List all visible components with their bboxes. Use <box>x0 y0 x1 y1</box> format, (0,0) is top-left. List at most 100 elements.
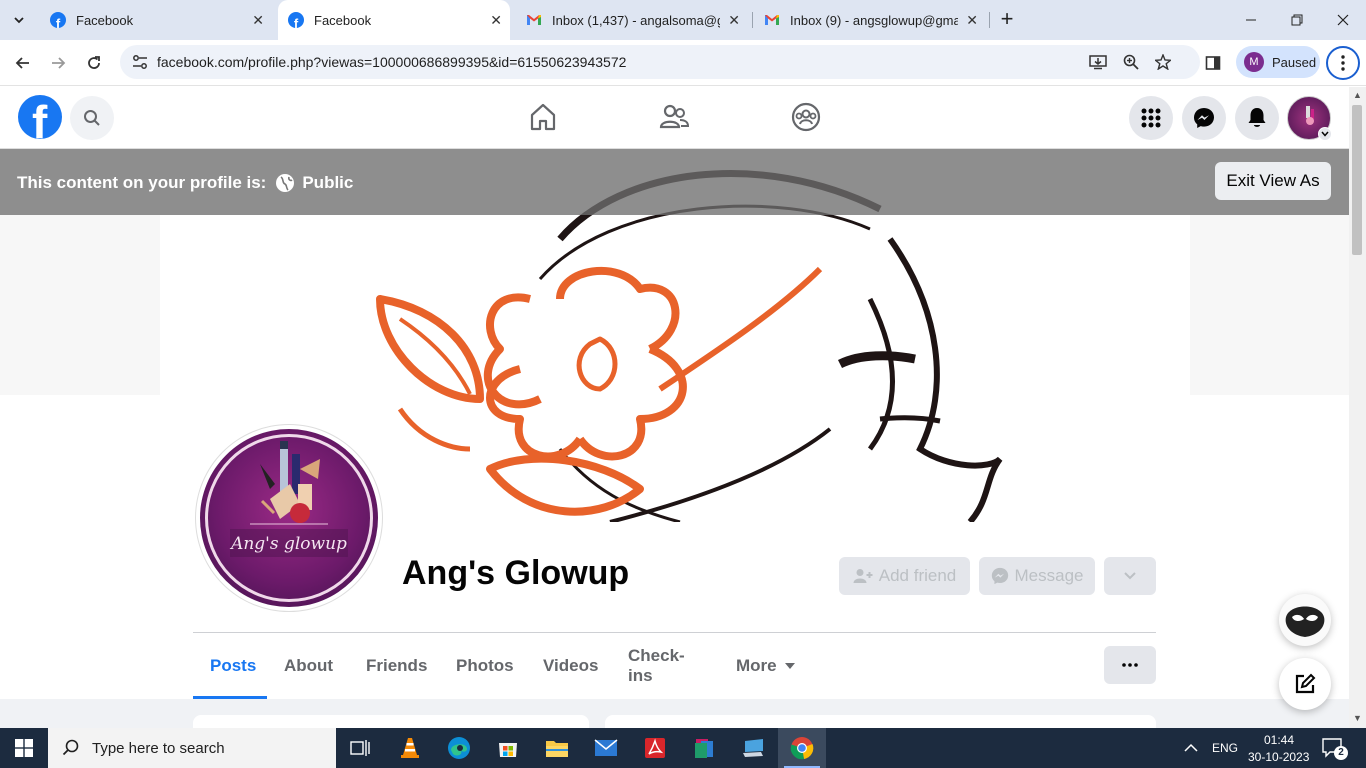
tab-label: Posts <box>210 656 257 675</box>
chat-contact-button[interactable] <box>1279 594 1331 646</box>
vlc-cone-icon <box>401 738 419 758</box>
chrome-app[interactable] <box>778 728 826 768</box>
start-button[interactable] <box>0 728 48 768</box>
bell-icon <box>1248 108 1266 127</box>
groups-nav-button[interactable] <box>790 101 822 133</box>
store-icon <box>499 743 517 757</box>
restore-button[interactable] <box>1274 0 1320 40</box>
tab-videos[interactable]: Videos <box>543 633 598 699</box>
zoom-icon[interactable] <box>1121 52 1141 72</box>
tab-more[interactable]: More <box>736 633 795 699</box>
forward-button[interactable] <box>43 48 73 78</box>
message-label: Message <box>1014 566 1084 585</box>
mail-app[interactable] <box>582 728 630 768</box>
site-info-icon[interactable] <box>131 54 149 70</box>
clock-date[interactable]: 30-10-2023 <box>1248 750 1309 764</box>
tab-posts[interactable]: Posts <box>210 633 256 699</box>
edge-icon <box>448 737 470 759</box>
arrow-right-icon <box>52 57 66 69</box>
side-panel-button[interactable] <box>1198 48 1228 78</box>
show-hidden-icons-button[interactable] <box>1184 740 1202 756</box>
browser-tab[interactable]: Inbox (9) - angsglowup@gmai ✕ <box>754 0 986 40</box>
scrollbar-thumb[interactable] <box>1352 105 1362 255</box>
install-app-icon[interactable] <box>1088 52 1108 72</box>
url-text[interactable]: facebook.com/profile.php?viewas=10000068… <box>157 54 626 70</box>
vlc-app[interactable] <box>386 728 434 768</box>
bookmark-star-icon[interactable] <box>1153 52 1173 72</box>
home-nav-button[interactable] <box>527 101 559 133</box>
search-icon <box>84 110 100 126</box>
chevron-down-icon <box>1124 572 1136 580</box>
clock-time[interactable]: 01:44 <box>1264 733 1294 747</box>
address-bar[interactable]: facebook.com/profile.php?viewas=10000068… <box>120 45 1200 79</box>
scroll-down-arrow-icon[interactable]: ▼ <box>1353 713 1362 723</box>
close-icon[interactable]: ✕ <box>252 12 264 29</box>
page-scrollbar[interactable]: ▲ ▼ <box>1349 87 1366 728</box>
tab-check-ins[interactable]: Check-ins <box>628 633 685 699</box>
account-avatar-button[interactable] <box>1287 96 1332 141</box>
mail-icon <box>594 739 618 756</box>
tab-about[interactable]: About <box>284 633 333 699</box>
close-window-button[interactable] <box>1320 0 1366 40</box>
notification-center-button[interactable]: 2 <box>1322 738 1348 760</box>
tab-search-button[interactable] <box>8 9 30 31</box>
close-icon[interactable]: ✕ <box>490 12 502 29</box>
view-as-banner: This content on your profile is: Public … <box>0 149 1349 215</box>
new-message-button[interactable] <box>1279 658 1331 710</box>
chevron-down-icon <box>14 17 24 24</box>
minimize-icon <box>1246 19 1256 21</box>
browser-tab[interactable]: Inbox (1,437) - angalsoma@gm ✕ <box>516 0 748 40</box>
chrome-icon <box>790 737 814 760</box>
file-explorer-app[interactable] <box>533 728 581 768</box>
add-friend-button[interactable]: Add friend <box>839 557 970 595</box>
audience-label: Public <box>302 173 354 192</box>
gmail-icon <box>527 15 541 25</box>
close-icon[interactable]: ✕ <box>966 12 978 29</box>
microsoft-store-app[interactable] <box>484 728 532 768</box>
acrobat-app[interactable] <box>631 728 679 768</box>
windows-taskbar: Type here to search ENG 01:44 30-10-2023… <box>0 728 1366 768</box>
friends-nav-button[interactable] <box>658 101 690 133</box>
minimize-button[interactable] <box>1228 0 1274 40</box>
browser-tab-strip: f Facebook ✕ f Facebook ✕ Inbox (1,437) … <box>0 0 1366 40</box>
message-button[interactable]: Message <box>979 557 1095 595</box>
tab-label: Videos <box>543 656 599 675</box>
books-app[interactable] <box>680 728 728 768</box>
tab-friends[interactable]: Friends <box>366 633 427 699</box>
books-icon <box>695 739 713 758</box>
intro-card <box>193 715 589 728</box>
profile-name: Ang's Glowup <box>402 554 630 592</box>
new-tab-button[interactable]: + <box>996 8 1018 30</box>
home-icon <box>530 103 556 131</box>
profile-button[interactable]: M Paused <box>1236 46 1320 78</box>
scroll-up-arrow-icon[interactable]: ▲ <box>1353 90 1362 100</box>
profile-more-button[interactable] <box>1104 646 1156 684</box>
more-horizontal-icon <box>1122 663 1138 667</box>
browser-tab-active[interactable]: f Facebook ✕ <box>278 0 510 40</box>
exit-view-as-button[interactable]: Exit View As <box>1215 162 1331 200</box>
profile-picture-image: Ang's glowup <box>200 429 378 607</box>
tab-separator <box>989 12 990 28</box>
facebook-logo[interactable]: f <box>18 95 62 139</box>
close-icon[interactable]: ✕ <box>728 12 740 29</box>
browser-tab[interactable]: f Facebook ✕ <box>40 0 272 40</box>
view-as-label: This content on your profile is: <box>17 173 267 192</box>
notifications-button[interactable] <box>1235 96 1279 140</box>
profile-picture[interactable]: Ang's glowup <box>196 425 382 611</box>
back-button[interactable] <box>8 48 38 78</box>
menu-button[interactable] <box>1129 96 1173 140</box>
avatar-brand-text: Ang's glowup <box>231 534 347 554</box>
edge-app[interactable] <box>435 728 483 768</box>
search-button[interactable] <box>70 96 114 140</box>
reload-button[interactable] <box>79 48 109 78</box>
tab-photos[interactable]: Photos <box>456 633 514 699</box>
profile-options-button[interactable] <box>1104 557 1156 595</box>
task-view-button[interactable] <box>336 728 384 768</box>
messenger-button[interactable] <box>1182 96 1226 140</box>
language-indicator[interactable]: ENG <box>1212 741 1238 755</box>
post-composer-card <box>605 715 1156 728</box>
remote-desktop-app[interactable] <box>729 728 777 768</box>
taskbar-search[interactable]: Type here to search <box>48 728 336 768</box>
tab-label: Friends <box>366 656 428 675</box>
browser-menu-button[interactable] <box>1326 46 1360 80</box>
